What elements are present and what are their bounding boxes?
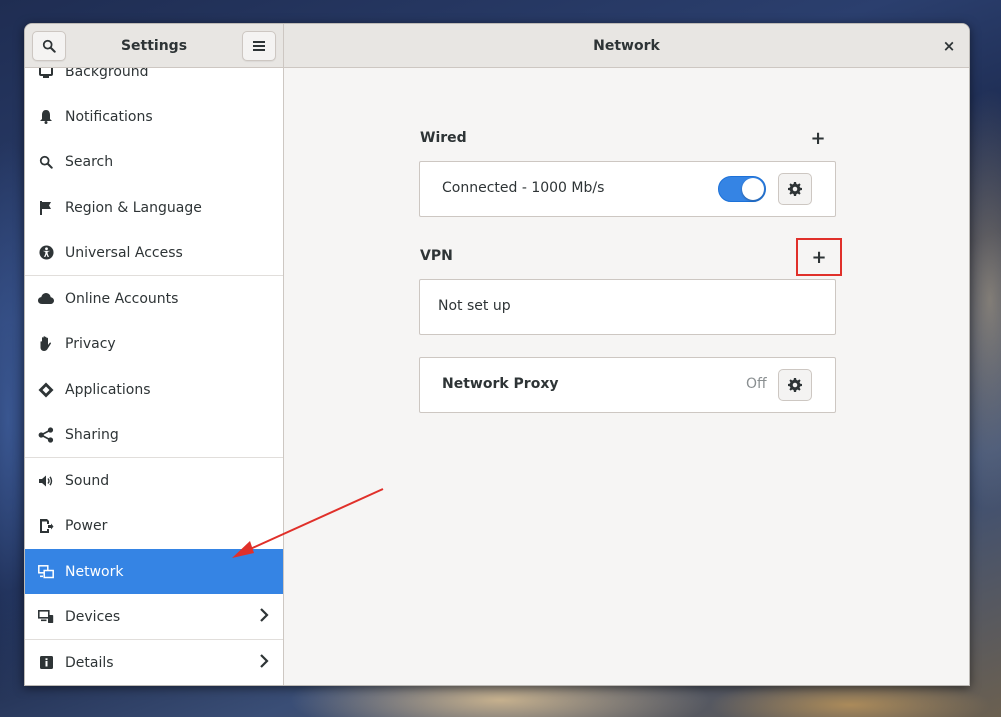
sidebar-item-label: Applications: [65, 381, 151, 398]
sidebar-item-label: Universal Access: [65, 244, 183, 261]
add-wired-button[interactable]: +: [798, 121, 838, 155]
network-panel: Wired + Connected - 1000 Mb/s VPN + Not …: [284, 68, 969, 685]
sidebar-item-power[interactable]: Power: [25, 503, 283, 548]
close-button[interactable]: ×: [935, 32, 963, 60]
speaker-icon: [37, 472, 55, 490]
sidebar-item-label: Power: [65, 517, 108, 534]
vpn-row: Not set up: [419, 279, 836, 335]
network-proxy-settings-button[interactable]: [778, 369, 812, 401]
chevron-right-icon: [260, 608, 269, 622]
info-icon: [37, 654, 55, 672]
sidebar-item-label: Region & Language: [65, 199, 202, 216]
sidebar-item-universal-access[interactable]: Universal Access: [25, 230, 283, 275]
sidebar-item-label: Background: [65, 68, 149, 80]
sidebar-item-background[interactable]: Background: [25, 68, 283, 94]
sidebar-header-bar: Settings: [25, 24, 284, 68]
plus-icon: +: [811, 246, 827, 268]
network-proxy-label: Network Proxy: [442, 376, 559, 392]
wired-toggle-switch[interactable]: [718, 176, 766, 202]
vpn-status: Not set up: [438, 298, 511, 314]
sidebar-item-devices[interactable]: Devices: [25, 594, 283, 639]
network-icon: [37, 563, 55, 581]
sidebar-title: Settings: [120, 38, 188, 54]
power-icon: [37, 517, 55, 535]
content-header-bar: Network ×: [284, 24, 969, 68]
menu-button[interactable]: [242, 31, 276, 61]
sidebar-item-label: Devices: [65, 608, 121, 625]
background-icon: [37, 68, 55, 81]
sidebar-item-label: Sound: [65, 472, 110, 489]
settings-window: Settings Network × Background Notificati…: [24, 23, 970, 686]
sidebar-item-online-accounts[interactable]: Online Accounts: [25, 276, 283, 321]
close-icon: ×: [942, 37, 956, 55]
cloud-icon: [37, 290, 55, 308]
gear-icon: [788, 378, 802, 392]
sidebar-item-search[interactable]: Search: [25, 139, 283, 184]
wired-connection-row: Connected - 1000 Mb/s: [419, 161, 836, 217]
search-icon: [42, 39, 56, 53]
share-icon: [37, 426, 55, 444]
devices-icon: [37, 608, 55, 626]
sidebar-item-sharing[interactable]: Sharing: [25, 412, 283, 457]
accessibility-icon: [37, 244, 55, 262]
sidebar-item-region-language[interactable]: Region & Language: [25, 185, 283, 230]
sidebar-item-label: Details: [65, 654, 114, 671]
network-proxy-row[interactable]: Network Proxy Off: [419, 357, 836, 413]
sidebar-item-label: Network: [65, 563, 124, 580]
vpn-section-title: VPN: [420, 248, 453, 264]
bell-icon: [37, 108, 55, 126]
wired-section-title: Wired: [420, 130, 467, 146]
sidebar-item-sound[interactable]: Sound: [25, 458, 283, 503]
sidebar-item-network[interactable]: Network: [25, 549, 283, 594]
switch-knob: [742, 178, 764, 200]
search-icon: [37, 153, 55, 171]
sidebar-item-privacy[interactable]: Privacy: [25, 321, 283, 366]
sidebar-item-applications[interactable]: Applications: [25, 367, 283, 412]
applications-icon: [37, 381, 55, 399]
sidebar-item-label: Notifications: [65, 108, 153, 125]
chevron-right-icon: [260, 654, 269, 668]
flag-icon: [37, 199, 55, 217]
sidebar: Background Notifications Search Region &…: [25, 68, 284, 685]
wired-settings-button[interactable]: [778, 173, 812, 205]
sidebar-item-label: Search: [65, 153, 114, 170]
search-button[interactable]: [32, 31, 66, 61]
gear-icon: [788, 182, 802, 196]
sidebar-item-details[interactable]: Details: [25, 640, 283, 685]
sidebar-item-notifications[interactable]: Notifications: [25, 94, 283, 139]
hamburger-icon: [253, 41, 265, 51]
sidebar-item-label: Privacy: [65, 335, 116, 352]
plus-icon: +: [810, 127, 826, 149]
wired-status: Connected - 1000 Mb/s: [442, 180, 605, 196]
hand-icon: [37, 335, 55, 353]
network-proxy-status: Off: [746, 376, 767, 392]
page-title: Network: [593, 38, 660, 54]
add-vpn-button[interactable]: +: [796, 238, 842, 276]
sidebar-item-label: Sharing: [65, 426, 119, 443]
sidebar-item-label: Online Accounts: [65, 290, 179, 307]
